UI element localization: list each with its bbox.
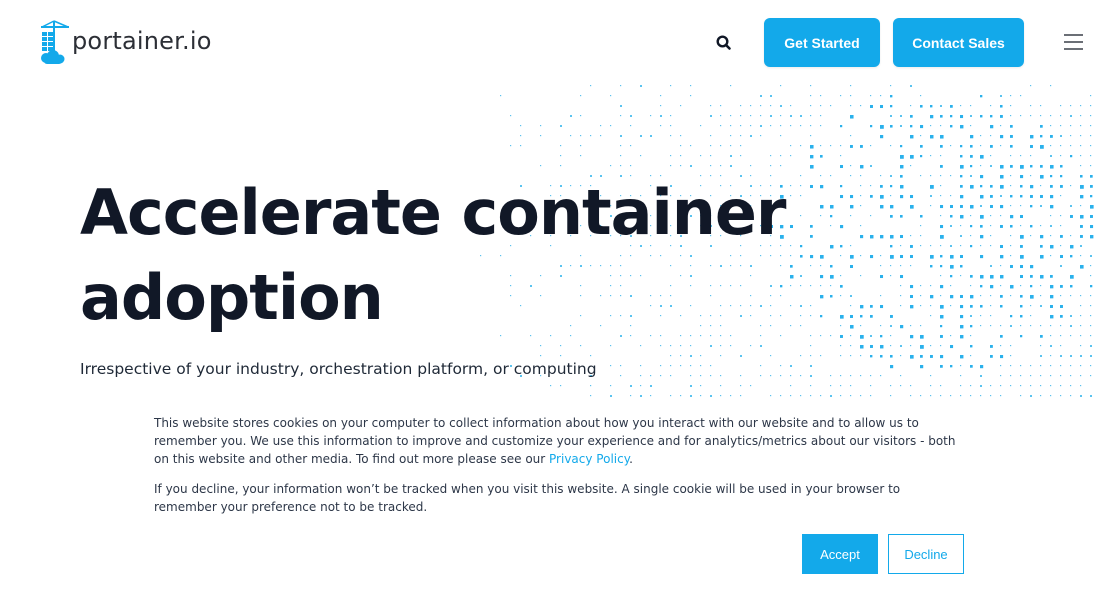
cookie-notice-paragraph: This website stores cookies on your comp… [154, 414, 966, 468]
decline-button[interactable]: Decline [888, 534, 964, 574]
portainer-logo[interactable]: portainer.io [38, 20, 212, 66]
get-started-button[interactable]: Get Started [764, 18, 880, 67]
privacy-policy-link[interactable]: Privacy Policy [549, 452, 629, 466]
hamburger-menu-icon[interactable] [1064, 34, 1083, 50]
hero-title: Accelerate container adoption [80, 170, 800, 340]
contact-sales-button[interactable]: Contact Sales [893, 18, 1024, 67]
hero-title-line-1: Accelerate container [80, 176, 787, 249]
portainer-logo-icon [41, 20, 69, 64]
hero-title-line-2: adoption [80, 261, 384, 334]
logo-text: portainer.io [72, 27, 212, 55]
site-header: portainer.io Get Started Contact Sales [0, 0, 1109, 86]
cookie-decline-paragraph: If you decline, your information won’t b… [154, 482, 901, 514]
cookie-consent-banner: This website stores cookies on your comp… [0, 400, 1109, 600]
hero-subtitle: Irrespective of your industry, orchestra… [80, 360, 597, 378]
search-icon[interactable] [715, 34, 733, 52]
accept-button[interactable]: Accept [802, 534, 878, 574]
cookie-notice-period: . [629, 452, 633, 466]
